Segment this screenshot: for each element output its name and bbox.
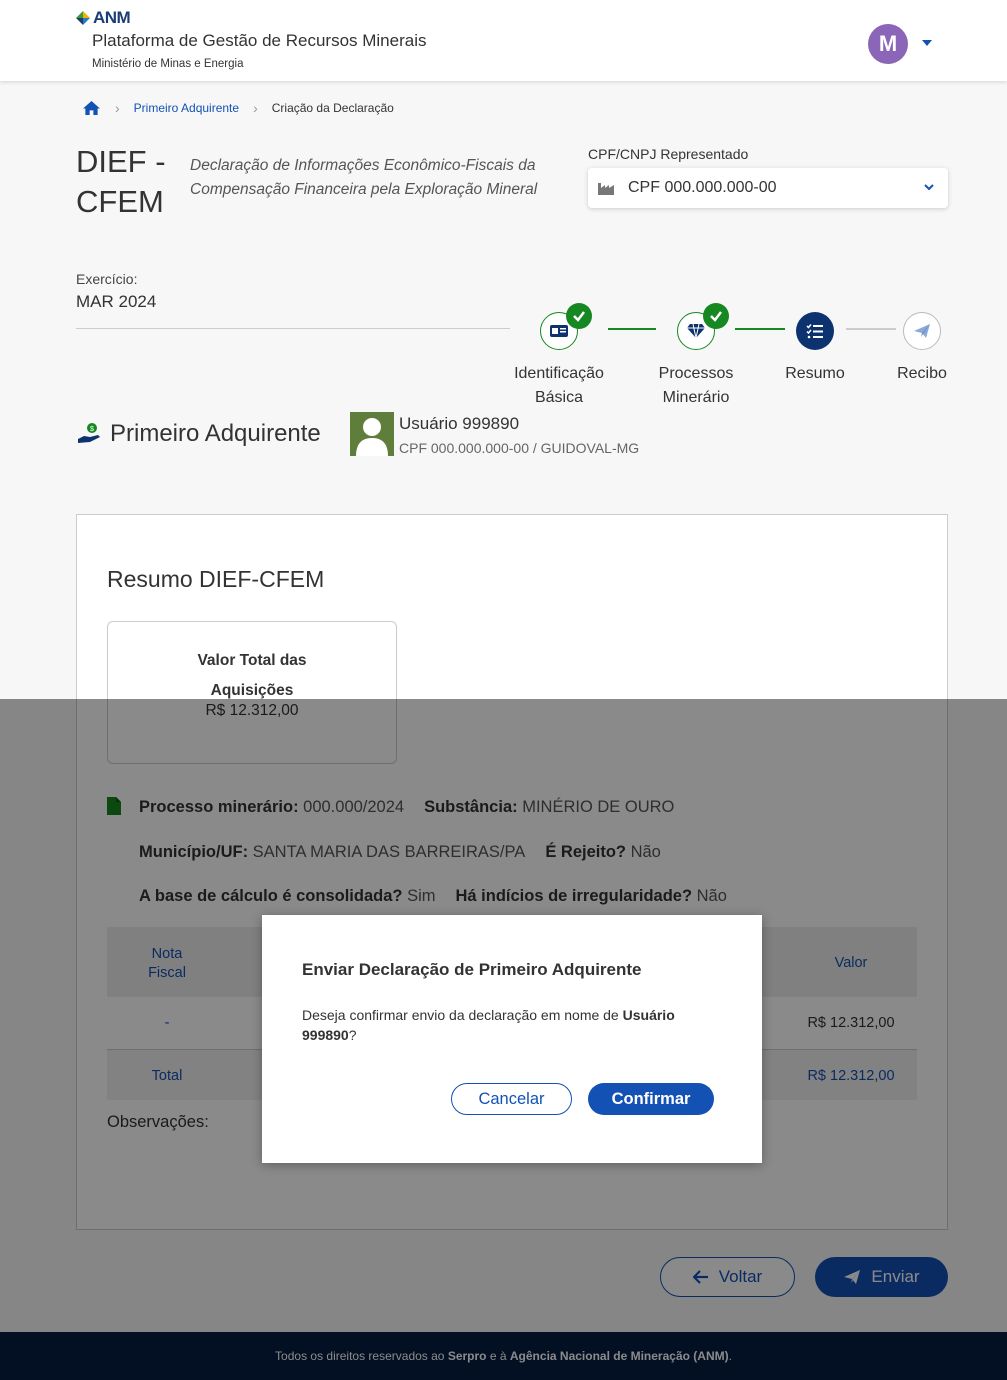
dialog-message: Deseja confirmar envio da declaração em … [302,1007,675,1043]
step-label: Processos [658,365,734,382]
check-icon [703,303,729,329]
summary-title: Resumo DIEF-CFEM [107,566,325,592]
confirm-button[interactable]: Confirmar [588,1083,714,1115]
divider [76,328,510,329]
anm-logo-mark-icon [76,11,90,25]
step-circle [540,303,592,350]
breadcrumb-current: Criação da Declaração [271,101,394,115]
breadcrumb: › Primeiro Adquirente › Criação da Decla… [82,100,394,116]
logo-text: ANM [93,8,131,27]
step-circle [677,303,729,350]
step-circle [796,312,834,350]
user-icon [356,418,388,456]
step-label: Resumo [785,365,845,382]
chevron-right-icon: › [253,100,258,116]
hand-holding-money-icon: $ [78,423,100,443]
total-label: Valor Total das Aquisições [197,652,307,699]
exercise-label: Exercício: [76,271,138,287]
check-icon [566,303,592,329]
step-label: Recibo [897,365,947,382]
industry-icon [598,183,614,195]
breadcrumb-link-primeiro-adquirente[interactable]: Primeiro Adquirente [134,101,239,115]
cpf-select[interactable]: CPF 000.000.000-00 [588,168,948,208]
chevron-down-icon [924,184,934,191]
acquirer-section-title: $ Primeiro Adquirente [76,420,321,448]
top-header: ANM Plataforma de Gestão de Recursos Min… [0,0,1007,81]
step-label: Básica [534,389,584,406]
id-card-icon [550,325,568,337]
paper-plane-icon [914,324,930,338]
home-icon[interactable] [82,100,101,116]
page-subtitle: Declaração de Informações Econômico-Fisc… [190,157,538,198]
user-photo [350,412,394,456]
step-identificacao[interactable]: Identificação Básica [494,303,624,410]
page-title: DIEF - CFEM [76,144,166,219]
acquirer-title: Primeiro Adquirente [110,420,321,447]
step-processos[interactable]: Processos Minerário [631,303,761,410]
platform-title: Plataforma de Gestão de Recursos Minerai… [92,31,427,50]
exercise-value: MAR 2024 [76,292,157,311]
list-check-icon [806,324,823,339]
step-label: Identificação [514,365,604,382]
ministry-label: Ministério de Minas e Energia [92,58,244,70]
chevron-right-icon: › [115,100,120,116]
cpf-select-label: CPF/CNPJ Representado [588,146,749,162]
cancel-button[interactable]: Cancelar [451,1083,572,1115]
user-menu-caret-icon[interactable] [922,40,932,46]
svg-text:$: $ [90,426,94,433]
avatar[interactable]: M [868,24,908,64]
user-info: CPF 000.000.000-00 / GUIDOVAL-MG [399,440,640,456]
user-name: Usuário 999890 [399,414,520,433]
dialog-title: Enviar Declaração de Primeiro Adquirente [302,960,642,979]
confirm-send-dialog: Enviar Declaração de Primeiro Adquirente… [262,915,762,1163]
anm-logo[interactable]: ANM [76,8,131,28]
step-recibo[interactable]: Recibo [857,312,987,386]
step-label: Minerário [662,389,730,406]
diamond-icon [687,323,705,339]
step-circle [903,312,941,350]
cpf-select-value: CPF 000.000.000-00 [628,179,777,196]
